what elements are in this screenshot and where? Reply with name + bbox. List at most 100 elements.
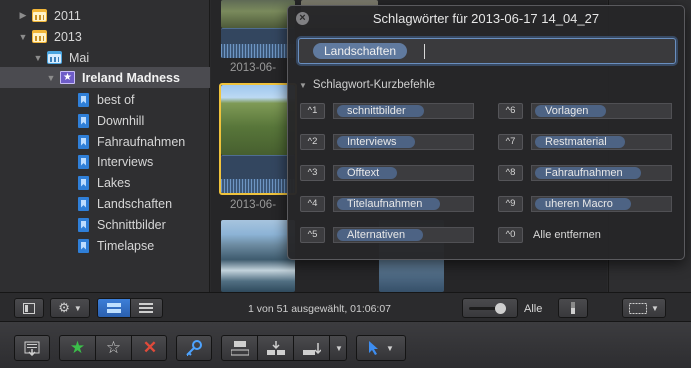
selection-status: 1 von 51 ausgewählt, 01:06:07 (248, 303, 392, 315)
reject-button[interactable]: ✕ (132, 336, 166, 360)
tree-item-label: 2011 (54, 8, 81, 23)
tree-item-ireland-madness[interactable]: ▼ ★ Ireland Madness (0, 67, 210, 88)
shortcut-field[interactable]: Fahraufnahmen (531, 165, 672, 181)
tree-item-2013[interactable]: ▼ 2013 (0, 26, 210, 47)
view-mode-switcher (97, 298, 163, 318)
shortcut-keyword: Fahraufnahmen (535, 167, 641, 179)
shortcut-keyword: Interviews (337, 136, 415, 148)
edit-options-dropdown[interactable]: ▼ (330, 336, 346, 360)
star-outline-icon: ☆ (105, 338, 122, 357)
tree-item-label: Timelapse (97, 238, 155, 253)
shortcut-field[interactable]: uheren Macro (531, 196, 672, 212)
keyword-collection-downhill[interactable]: Downhill (0, 110, 210, 131)
filmstrip-view-button[interactable] (98, 299, 130, 317)
shortcuts-section-header[interactable]: ▼ Schlagwort-Kurzbefehle (299, 79, 435, 91)
keyword-icon (78, 175, 89, 190)
x-mark-icon: ✕ (142, 338, 158, 357)
text-caret (424, 44, 425, 59)
slider-knob[interactable] (495, 302, 506, 314)
shortcut-key: ^5 (300, 227, 325, 243)
keyword-collection-schnittbilder[interactable]: Schnittbilder (0, 214, 210, 235)
app-window: ▶ 2011 ▼ 2013 ▼ Mai ▼ ★ Ireland Madness … (0, 0, 691, 368)
remove-all-keywords-button[interactable]: Alle entfernen (533, 229, 601, 241)
selection-highlight (219, 83, 297, 195)
shortcut-field[interactable]: Interviews (333, 134, 474, 150)
tree-item-2011[interactable]: ▶ 2011 (0, 5, 210, 26)
import-button[interactable] (14, 335, 50, 361)
clip-thumbnail[interactable] (221, 220, 295, 292)
shortcut-keyword: Vorlagen (535, 105, 607, 117)
chevron-down-icon: ▼ (651, 303, 659, 313)
keyword-input[interactable]: Landschaften (298, 38, 676, 64)
unrate-button[interactable]: ☆ (96, 336, 132, 360)
shortcut-keyword: schnittbilder (337, 105, 424, 117)
shortcut-keyword: Offtext (337, 167, 398, 179)
keyword-icon (78, 92, 89, 107)
viewer-options-button[interactable]: ▼ (622, 298, 666, 318)
keyword-icon (78, 217, 89, 232)
keyword-icon (78, 196, 89, 211)
edit-actions-group: ▼ (221, 335, 347, 361)
shortcut-field[interactable]: Titelaufnahmen (333, 196, 474, 212)
insert-clip-icon (266, 340, 285, 355)
keyword-collection-lakes[interactable]: Lakes (0, 172, 210, 193)
clip-caption: 2013-06- (230, 62, 277, 74)
clip-thumbnail[interactable] (221, 0, 295, 28)
shortcut-field[interactable]: Vorlagen (531, 103, 672, 119)
append-clip-button[interactable] (294, 336, 330, 360)
star-filled-icon: ★ (69, 338, 86, 357)
action-menu-button[interactable]: ⚙ ▼ (50, 298, 90, 318)
tree-item-label: 2013 (54, 29, 82, 44)
insert-clip-button[interactable] (258, 336, 294, 360)
import-icon (24, 341, 40, 356)
shortcut-key: ^7 (498, 134, 523, 150)
shortcut-field[interactable]: Alternativen (333, 227, 474, 243)
tree-item-label: Downhill (97, 113, 145, 128)
shortcut-key: ^8 (498, 165, 523, 181)
tree-item-mai[interactable]: ▼ Mai (0, 47, 210, 68)
key-icon (186, 340, 202, 356)
disclosure-triangle-icon[interactable]: ▼ (18, 32, 28, 42)
clip-size-slider[interactable] (462, 298, 518, 318)
disclosure-triangle-icon[interactable]: ▼ (46, 73, 56, 83)
connect-clip-button[interactable] (222, 336, 258, 360)
keyword-collection-landschaften[interactable]: Landschaften (0, 193, 210, 214)
shortcut-field[interactable]: schnittbilder (333, 103, 474, 119)
chevron-down-icon: ▼ (73, 303, 82, 313)
disclosure-triangle-icon[interactable]: ▶ (18, 10, 28, 21)
tree-item-label: Schnittbilder (97, 217, 166, 232)
tree-item-label: best of (97, 92, 135, 107)
keyword-collection-timelapse[interactable]: Timelapse (0, 235, 210, 256)
favorite-button[interactable]: ★ (60, 336, 96, 360)
keyword-icon (78, 134, 89, 149)
shortcut-key: ^3 (300, 165, 325, 181)
keyword-collection-fahraufnahmen[interactable]: Fahraufnahmen (0, 131, 210, 152)
toggle-library-button[interactable] (14, 298, 44, 318)
keyword-icon (78, 154, 89, 169)
shortcut-field[interactable]: Offtext (333, 165, 474, 181)
filmstrip-icon (106, 302, 121, 313)
disclosure-triangle-icon[interactable]: ▼ (299, 81, 307, 90)
tree-item-label: Interviews (97, 154, 154, 169)
list-view-button[interactable] (129, 299, 162, 317)
disclosure-triangle-icon[interactable]: ▼ (33, 53, 43, 63)
gear-icon: ⚙ (58, 300, 70, 315)
shortcut-keyword: uheren Macro (535, 198, 631, 210)
calendar-icon (32, 9, 47, 22)
select-tool-button[interactable]: ▼ (356, 335, 406, 361)
shortcut-key: ^4 (300, 196, 325, 212)
shortcut-keyword: Alternativen (337, 229, 424, 241)
waveform-toggle-button[interactable] (558, 298, 588, 318)
clip-caption: 2013-06- (230, 199, 277, 211)
duration-filter-label: Alle (524, 303, 543, 315)
shortcut-field[interactable]: Restmaterial (531, 134, 672, 150)
viewer-icon (629, 302, 648, 314)
keyword-collection-interviews[interactable]: Interviews (0, 151, 210, 172)
main-toolbar: ★ ☆ ✕ ▼ ▼ (0, 322, 691, 368)
shortcut-keyword: Restmaterial (535, 136, 625, 148)
connect-clip-icon (230, 340, 249, 355)
keyword-collection-best-of[interactable]: best of (0, 89, 210, 110)
keyword-token[interactable]: Landschaften (313, 43, 408, 59)
keyword-editor-button[interactable] (176, 335, 212, 361)
section-label: Schlagwort-Kurzbefehle (312, 79, 436, 91)
